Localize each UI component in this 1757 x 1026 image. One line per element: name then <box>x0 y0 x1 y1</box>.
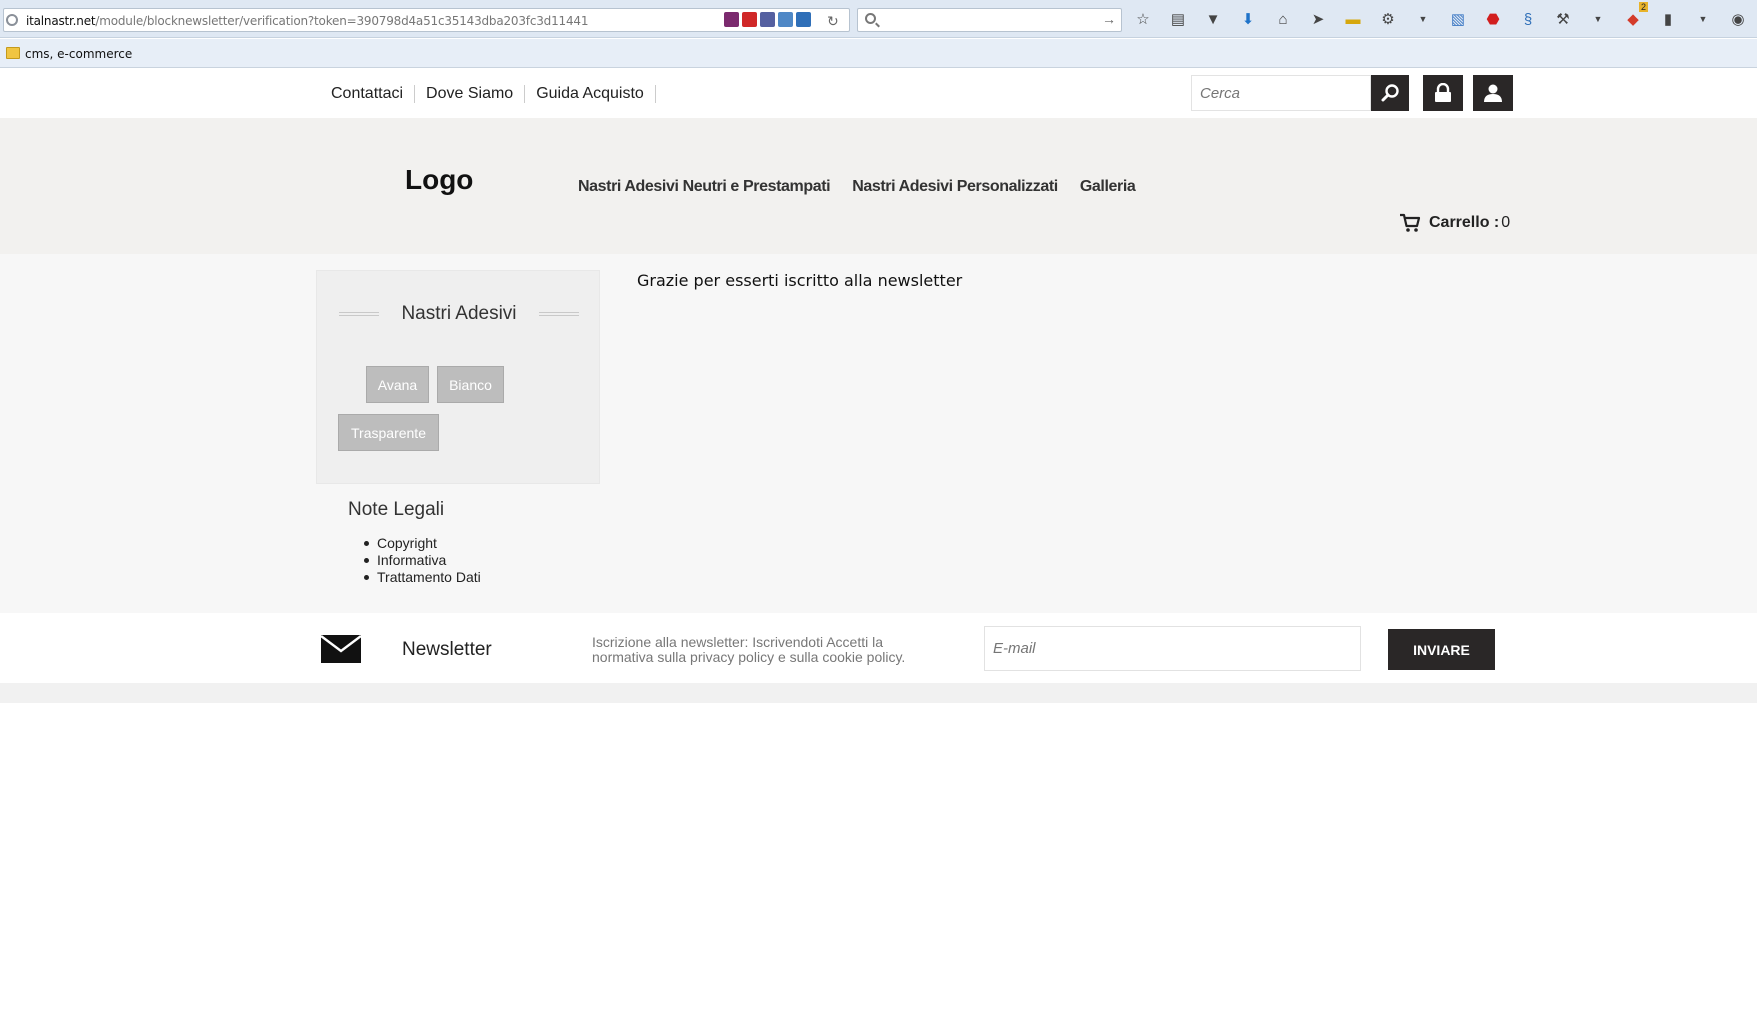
firephp-addon-icon[interactable] <box>742 12 757 27</box>
site-top-bar: Contattaci Dove Siamo Guida Acquisto <box>0 69 1757 118</box>
site-search-input[interactable] <box>1192 76 1370 110</box>
reading-list-icon[interactable]: ▤ <box>1167 8 1189 30</box>
legal-title: Note Legali <box>348 499 445 520</box>
swirl-addon-icon[interactable]: § <box>1517 8 1539 30</box>
dropdown-arrow-icon[interactable]: ▼ <box>1412 8 1434 30</box>
dropdown-arrow-icon[interactable]: ▼ <box>1587 8 1609 30</box>
legal-link-trattamento-dati[interactable]: Trattamento Dati <box>364 569 481 586</box>
translate-icon[interactable]: ▧ <box>1447 8 1469 30</box>
tools-icon[interactable]: ⚒ <box>1552 8 1574 30</box>
settings-addon-icon[interactable]: ⚙ <box>1377 8 1399 30</box>
php-addon-icon[interactable] <box>760 12 775 27</box>
top-link-contattaci[interactable]: Contattaci <box>331 85 416 103</box>
notification-addon-icon[interactable]: ◆ 2 <box>1622 2 1648 30</box>
footer-strip <box>0 683 1757 703</box>
site-logo[interactable]: Logo <box>405 164 473 196</box>
url-host: italnastr.net <box>26 14 96 28</box>
sidebar-title: Nastri Adesivi <box>401 303 517 324</box>
search-go-arrow-icon[interactable]: → <box>1102 11 1116 27</box>
clipboard-icon[interactable]: ▮ <box>1657 8 1679 30</box>
search-icon <box>865 13 876 24</box>
tag-avana[interactable]: Avana <box>366 366 429 403</box>
cart-link[interactable]: Carrello : 0 <box>1399 213 1510 233</box>
site-identity-icon[interactable] <box>6 14 18 26</box>
nav-item-personalizzati[interactable]: Nastri Adesivi Personalizzati <box>852 178 1058 196</box>
newsletter-email-input[interactable] <box>985 627 1360 670</box>
newsletter-send-button[interactable]: INVIARE <box>1388 629 1495 670</box>
nav-item-galleria[interactable]: Galleria <box>1080 178 1136 196</box>
feather-addon-icon[interactable] <box>724 12 739 27</box>
address-bar[interactable]: italnastr.net/module/blocknewsletter/ver… <box>3 8 850 32</box>
sidebar-title-row: Nastri Adesivi <box>339 303 579 325</box>
url-text[interactable]: italnastr.net/module/blocknewsletter/ver… <box>26 14 588 28</box>
top-links: Contattaci Dove Siamo Guida Acquisto <box>331 85 656 103</box>
search-button[interactable] <box>1371 75 1409 111</box>
url-addon-icons <box>724 12 811 27</box>
bookmark-star-icon[interactable]: ☆ <box>1132 8 1154 30</box>
cart-icon <box>1400 213 1421 232</box>
url-path: /module/blocknewsletter/verification?tok… <box>95 14 589 28</box>
confirmation-message: Grazie per esserti iscritto alla newslet… <box>637 271 963 290</box>
reload-icon[interactable]: ↻ <box>827 13 839 30</box>
newsletter-bar: Newsletter Iscrizione alla newsletter: I… <box>0 613 1757 683</box>
top-link-dove-siamo[interactable]: Dove Siamo <box>415 85 526 103</box>
newsletter-description: Iscrizione alla newsletter: Iscrivendoti… <box>592 634 906 665</box>
legal-link-informativa[interactable]: Informativa <box>364 552 481 569</box>
envelope-icon <box>321 635 361 663</box>
browser-toolbar-icons: ☆ ▤ ▼ ⬇ ⌂ ➤ ▬ ⚙ ▼ ▧ ⬣ § ⚒ ▼ ◆ 2 ▮ ▼ ◉ <box>1132 2 1749 30</box>
ruler-icon[interactable]: ▬ <box>1342 8 1364 30</box>
download-icon[interactable]: ⬇ <box>1237 8 1259 30</box>
lock-icon <box>1435 83 1451 102</box>
browser-toolbar: italnastr.net/module/blocknewsletter/ver… <box>0 0 1757 38</box>
legal-notes: Note Legali Copyright Informativa Tratta… <box>348 499 481 586</box>
tag-trasparente[interactable]: Trasparente <box>338 414 439 451</box>
content-area: Nastri Adesivi Avana Bianco Trasparente … <box>0 254 1757 613</box>
newsletter-email-box <box>984 626 1361 671</box>
top-link-guida-acquisto[interactable]: Guida Acquisto <box>525 85 656 103</box>
title-divider-right <box>538 312 579 316</box>
site-search-box <box>1191 75 1371 111</box>
cart-count: 0 <box>1501 214 1511 231</box>
legal-link-copyright[interactable]: Copyright <box>364 535 481 552</box>
search-icon <box>1381 84 1399 102</box>
title-divider-left <box>339 312 379 316</box>
adblock-icon[interactable]: ⬣ <box>1482 8 1504 30</box>
send-icon[interactable]: ➤ <box>1307 8 1329 30</box>
nav-item-neutri-prestampati[interactable]: Nastri Adesivi Neutri e Prestampati <box>578 178 831 196</box>
chat-icon[interactable]: ◉ <box>1727 8 1749 30</box>
tag-bianco[interactable]: Bianco <box>437 366 504 403</box>
globe-addon-icon[interactable] <box>778 12 793 27</box>
user-icon <box>1484 84 1502 102</box>
newsletter-title: Newsletter <box>402 639 492 660</box>
dropdown-arrow-icon[interactable]: ▼ <box>1692 8 1714 30</box>
login-button[interactable] <box>1423 75 1463 111</box>
main-nav: Nastri Adesivi Neutri e Prestampati Nast… <box>578 178 1136 196</box>
moon-addon-icon[interactable] <box>796 12 811 27</box>
bookmarks-bar: cms, e-commerce <box>0 39 1757 68</box>
cart-label: Carrello : <box>1429 214 1500 231</box>
sidebar-tags-block: Nastri Adesivi Avana Bianco Trasparente <box>316 270 600 484</box>
addon-badge: 2 <box>1638 2 1648 12</box>
bookmark-folder-cms[interactable]: cms, e-commerce <box>25 47 132 61</box>
pocket-icon[interactable]: ▼ <box>1202 8 1224 30</box>
legal-list: Copyright Informativa Trattamento Dati <box>348 535 481 586</box>
site-header: Logo Nastri Adesivi Neutri e Prestampati… <box>0 118 1757 254</box>
account-button[interactable] <box>1473 75 1513 111</box>
home-icon[interactable]: ⌂ <box>1272 8 1294 30</box>
browser-search-bar[interactable]: → <box>857 8 1122 32</box>
folder-icon <box>6 47 20 59</box>
